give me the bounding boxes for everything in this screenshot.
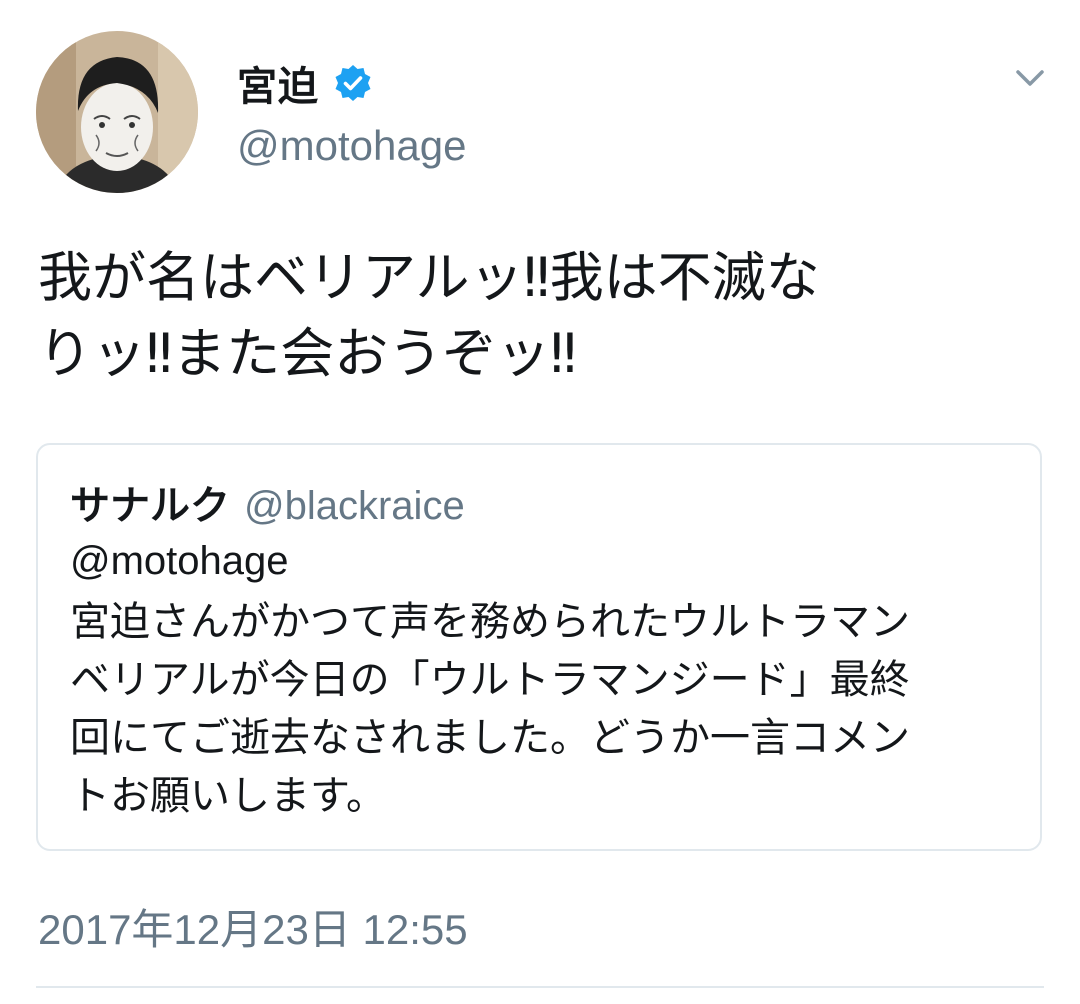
tweet-timestamp[interactable]: 2017年12月23日 12:55 bbox=[38, 896, 468, 957]
verified-badge-icon bbox=[333, 63, 373, 103]
quoted-tweet-card[interactable]: サナルク @blackraice @motohage 宮迫さんがかつて声を務めら… bbox=[36, 443, 1042, 851]
author-handle[interactable]: @motohage bbox=[237, 122, 466, 170]
tweet-text: 我が名はベリアルッ‼我は不滅な りッ‼また会おうぞッ‼ bbox=[38, 246, 820, 385]
quoted-author-handle: @blackraice bbox=[244, 484, 465, 528]
quoted-tweet-text: 宮迫さんがかつて声を務められたウルトラマン ベリアルが今日の「ウルトラマンジード… bbox=[70, 599, 910, 819]
quoted-tweet-mention[interactable]: @motohage bbox=[70, 539, 289, 584]
chevron-down-icon[interactable] bbox=[1010, 58, 1050, 98]
quoted-author-name: サナルク bbox=[70, 483, 230, 529]
author-display-name[interactable]: 宮迫 bbox=[237, 54, 319, 112]
avatar[interactable] bbox=[36, 31, 198, 193]
divider bbox=[36, 986, 1044, 988]
tweet: 宮迫 @motohage 我が名はベリアルッ‼我は不滅な りッ‼また会おうぞッ‼… bbox=[0, 0, 1080, 1004]
avatar-image bbox=[36, 31, 198, 193]
author-name-row: 宮迫 bbox=[237, 56, 373, 110]
quoted-tweet-header: サナルク @blackraice bbox=[70, 473, 465, 531]
